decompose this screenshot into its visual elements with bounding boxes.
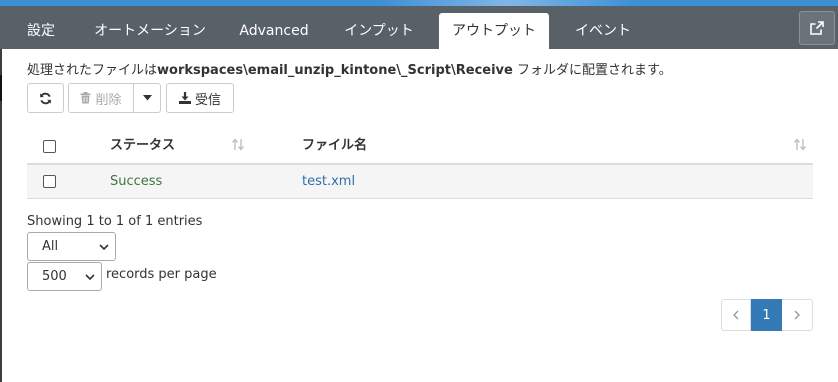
tab-input[interactable]: インプット: [333, 13, 425, 49]
tab-settings[interactable]: 設定: [14, 13, 68, 49]
tab-advanced[interactable]: Advanced: [232, 13, 316, 49]
chevron-left-icon: [733, 310, 739, 320]
entries-summary: Showing 1 to 1 of 1 entries: [27, 214, 203, 229]
row-status: Success: [110, 174, 163, 189]
caret-down-icon: [142, 95, 152, 101]
refresh-button[interactable]: [27, 83, 64, 113]
chevron-down-icon: [99, 244, 109, 250]
pagination: 1: [721, 299, 813, 331]
download-icon: [178, 92, 191, 104]
records-per-page-label: records per page: [106, 267, 217, 282]
row-filename-link[interactable]: test.xml: [302, 165, 355, 198]
info-suffix: フォルダに配置されます。: [512, 63, 672, 78]
row-checkbox[interactable]: [43, 175, 56, 188]
delete-button[interactable]: 削除: [68, 83, 134, 113]
next-page-button[interactable]: [782, 299, 813, 331]
page-button-current[interactable]: 1: [751, 299, 782, 331]
table-header: ステータス ファイル名: [27, 129, 813, 165]
tab-automation[interactable]: オートメーション: [82, 13, 218, 49]
filter-select-value: All: [42, 239, 59, 254]
output-files-table: ステータス ファイル名 Success test.xml: [27, 129, 813, 199]
table-row[interactable]: Success test.xml: [27, 165, 813, 199]
sort-icon[interactable]: [232, 138, 244, 151]
output-folder-info: 処理されたファイルはworkspaces\email_unzip_kintone…: [27, 59, 672, 78]
trash-icon: [80, 92, 91, 104]
refresh-icon: [40, 92, 51, 104]
previous-page-button[interactable]: [721, 299, 751, 331]
filter-select[interactable]: All: [27, 232, 116, 261]
page-size-select[interactable]: 500: [27, 262, 102, 291]
receive-label: 受信: [194, 92, 221, 108]
tab-events[interactable]: イベント: [563, 13, 643, 49]
sort-icon[interactable]: [794, 138, 806, 151]
chevron-down-icon: [85, 274, 95, 280]
select-all-checkbox[interactable]: [43, 140, 56, 153]
info-prefix: 処理されたファイルは: [27, 63, 158, 78]
left-edge-marker: [0, 75, 2, 101]
chevron-right-icon: [794, 310, 800, 320]
column-header-filename[interactable]: ファイル名: [302, 129, 367, 163]
external-link-icon: [810, 21, 824, 35]
tab-bar: 設定 オートメーション Advanced インプット アウトプット イベント: [0, 6, 838, 49]
tab-output[interactable]: アウトプット: [439, 13, 549, 49]
left-edge-bar: [0, 49, 2, 382]
receive-button[interactable]: 受信: [166, 83, 234, 113]
info-path: workspaces\email_unzip_kintone\_Script\R…: [157, 63, 513, 78]
delete-options-dropdown[interactable]: [133, 83, 161, 113]
delete-label: 削除: [95, 92, 122, 108]
open-external-button[interactable]: [799, 11, 835, 45]
page-size-value: 500: [42, 269, 67, 284]
column-header-status[interactable]: ステータス: [110, 129, 175, 163]
